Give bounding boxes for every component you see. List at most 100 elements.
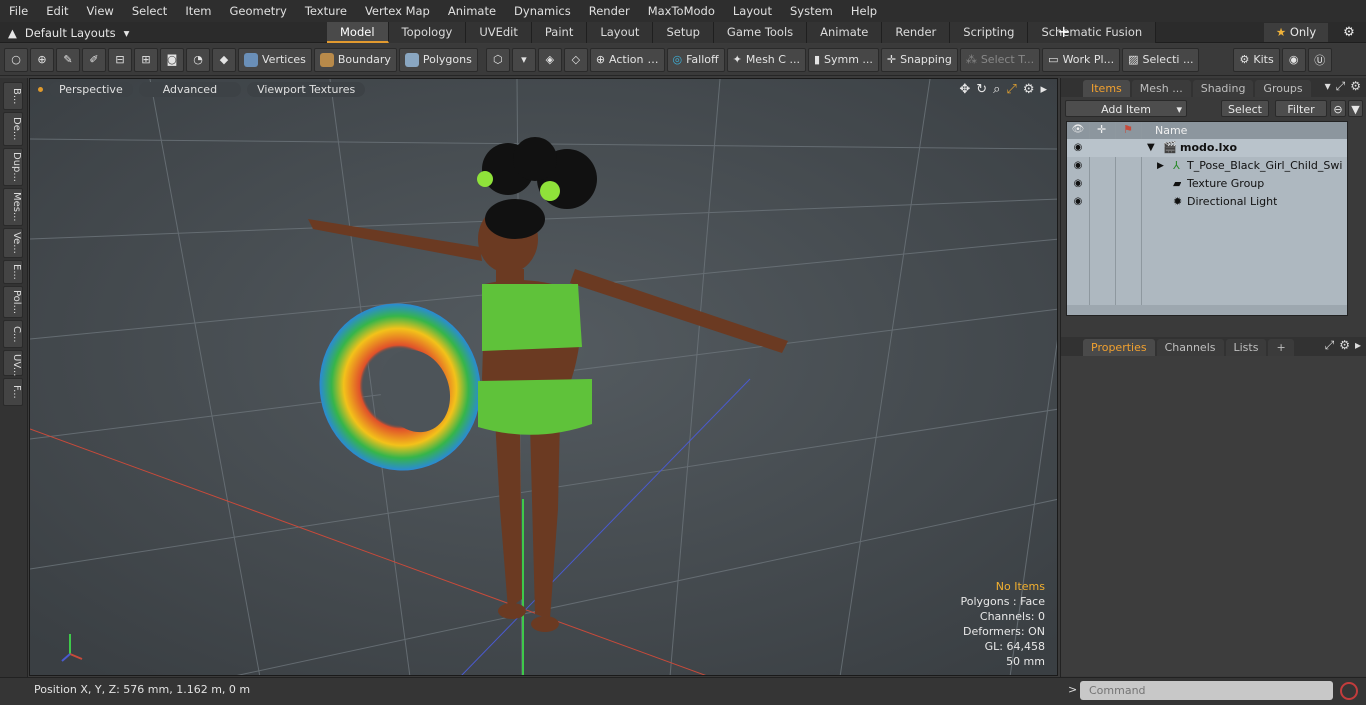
add-tab-plus-icon[interactable]: +	[1268, 339, 1294, 356]
tab-channels[interactable]: Channels	[1156, 339, 1224, 356]
boundary-button[interactable]: Boundary	[313, 47, 397, 72]
select-circle-icon[interactable]: ○	[4, 47, 28, 72]
record-macro-icon[interactable]	[1340, 682, 1358, 700]
tab-layout[interactable]: Layout	[587, 22, 654, 43]
eye-icon[interactable]: ◉	[1071, 175, 1085, 193]
eye-icon[interactable]: ◉	[1071, 139, 1085, 157]
view-mode-perspective[interactable]: Perspective	[49, 81, 133, 97]
left-tab-uv[interactable]: UV...	[3, 350, 23, 376]
menu-help[interactable]: Help	[842, 0, 886, 22]
tab-model[interactable]: Model	[327, 22, 389, 43]
add-item-button[interactable]: Add Item ▾	[1065, 100, 1187, 117]
brush-icon[interactable]: ✐	[82, 47, 106, 72]
expand-arrow-icon[interactable]: ▼	[1147, 139, 1155, 157]
unreal-icon[interactable]: Ⓤ	[1307, 47, 1332, 72]
menu-system[interactable]: System	[781, 0, 842, 22]
tab-uvedit[interactable]: UVEdit	[466, 22, 532, 43]
tab-render[interactable]: Render	[882, 22, 951, 43]
left-tab-vertex[interactable]: Ve...	[3, 228, 23, 258]
left-tab-duplicate[interactable]: Dup...	[3, 148, 23, 186]
menu-dynamics[interactable]: Dynamics	[505, 0, 580, 22]
eye-icon[interactable]: ◉	[1071, 157, 1085, 175]
transform-icon[interactable]: ⊞	[134, 47, 158, 72]
menu-animate[interactable]: Animate	[439, 0, 505, 22]
panel-menu-arrow-icon[interactable]: ▸	[1355, 338, 1361, 353]
cube-icon[interactable]: ⬡	[485, 47, 510, 72]
symmetry-alt-icon[interactable]: ◇	[563, 47, 588, 72]
expand-panel-icon[interactable]: ⤢	[1325, 338, 1335, 353]
viewport-settings-gear-icon[interactable]: ⚙	[1023, 82, 1035, 97]
eye-icon[interactable]: ◉	[1071, 193, 1085, 211]
unity-icon[interactable]: ◉	[1281, 47, 1306, 72]
layout-selector[interactable]: ▲ Default Layouts ▾	[8, 24, 129, 41]
symmetry-toggle-icon[interactable]: ◈	[537, 47, 562, 72]
tab-paint[interactable]: Paint	[531, 22, 588, 43]
globe-icon[interactable]: ⊕	[30, 47, 54, 72]
collapse-icon[interactable]: ⊖	[1330, 100, 1346, 117]
pen-icon[interactable]: ✎	[56, 47, 80, 72]
viewport-textures-toggle[interactable]: Viewport Textures	[247, 81, 366, 97]
tab-groups[interactable]: Groups	[1255, 80, 1311, 97]
tree-horizontal-scrollbar[interactable]	[1067, 305, 1347, 315]
command-input[interactable]	[1080, 681, 1333, 700]
select-button[interactable]: Select	[1221, 100, 1269, 117]
rotate-view-icon[interactable]: ↻	[976, 82, 987, 97]
tab-setup[interactable]: Setup	[653, 22, 714, 43]
symmetry-button[interactable]: ▮ Symm ...	[807, 47, 879, 72]
add-tab-plus-icon[interactable]: +	[1057, 22, 1070, 42]
tab-mesh-ops[interactable]: Mesh ...	[1131, 80, 1191, 97]
action-button[interactable]: ⊕ Action…	[589, 47, 665, 72]
selection-sets-button[interactable]: ▨ Selecti ...	[1122, 47, 1200, 72]
menu-select[interactable]: Select	[123, 0, 176, 22]
snapping-button[interactable]: ✛ Snapping	[880, 47, 958, 72]
tab-schematic-fusion[interactable]: Schematic Fusion	[1028, 22, 1157, 43]
tab-topology[interactable]: Topology	[388, 22, 467, 43]
work-plane-button[interactable]: ▭ Work Pl...	[1042, 47, 1121, 72]
align-icon[interactable]: ⊟	[108, 47, 132, 72]
left-tab-b[interactable]: B...	[3, 82, 23, 110]
filter-button[interactable]: Filter	[1275, 100, 1327, 117]
tree-row-mesh[interactable]: ◉ ▶ ⅄ T_Pose_Black_Girl_Child_Swi ...	[1067, 157, 1347, 175]
tab-animate[interactable]: Animate	[807, 22, 883, 43]
3d-viewport[interactable]: Perspective Advanced Viewport Textures ✥…	[29, 78, 1058, 676]
move-view-icon[interactable]: ✥	[959, 82, 970, 97]
left-tab-edge[interactable]: E...	[3, 260, 23, 284]
left-tab-fusion[interactable]: F...	[3, 378, 23, 406]
shield-icon[interactable]: ◆	[212, 47, 236, 72]
kits-button[interactable]: ⚙ Kits	[1233, 47, 1280, 72]
menu-geometry[interactable]: Geometry	[221, 0, 296, 22]
mesh-constraint-button[interactable]: ✦ Mesh C ...	[726, 47, 806, 72]
filter-funnel-icon[interactable]: ▼	[1348, 100, 1363, 117]
cube-dropdown-icon[interactable]: ▾	[511, 47, 536, 72]
zoom-view-icon[interactable]: ⌕	[993, 82, 1000, 97]
tree-row-texture-group[interactable]: ◉ ▰ Texture Group	[1067, 175, 1347, 193]
tab-shading[interactable]: Shading	[1192, 80, 1254, 97]
menu-view[interactable]: View	[78, 0, 123, 22]
panel-gear-icon[interactable]: ⚙	[1350, 79, 1361, 94]
menu-render[interactable]: Render	[580, 0, 639, 22]
menu-file[interactable]: File	[0, 0, 37, 22]
collapse-arrow-icon[interactable]: ▶	[1157, 157, 1164, 175]
tab-scripting[interactable]: Scripting	[950, 22, 1029, 43]
menu-texture[interactable]: Texture	[296, 0, 356, 22]
tab-lists[interactable]: Lists	[1225, 339, 1267, 356]
tab-game-tools[interactable]: Game Tools	[713, 22, 808, 43]
shading-mode-advanced[interactable]: Advanced	[138, 81, 242, 97]
tab-properties[interactable]: Properties	[1083, 339, 1155, 356]
left-tab-deform[interactable]: De...	[3, 112, 23, 146]
panel-gear-icon[interactable]: ⚙	[1339, 338, 1350, 353]
tree-row-scene[interactable]: ◉ ▼ 🎬 modo.lxo	[1067, 139, 1347, 157]
tree-row-directional-light[interactable]: ◉ ✹ Directional Light	[1067, 193, 1347, 211]
vertices-button[interactable]: Vertices	[238, 47, 312, 72]
left-tab-curve[interactable]: C...	[3, 320, 23, 348]
gear-icon[interactable]: ⚙	[1338, 23, 1360, 42]
maximize-view-icon[interactable]: ⤢	[1006, 82, 1016, 97]
viewport-menu-arrow-icon[interactable]: ▸	[1040, 82, 1047, 97]
tab-items[interactable]: Items	[1083, 80, 1130, 97]
select-through-button[interactable]: ⁂ Select T...	[959, 47, 1041, 72]
falloff-button[interactable]: ◎ Falloff	[666, 47, 725, 72]
left-tab-mesh[interactable]: Mes...	[3, 188, 23, 226]
menu-layout[interactable]: Layout	[724, 0, 781, 22]
menu-vertex-map[interactable]: Vertex Map	[356, 0, 439, 22]
rotate-icon[interactable]: ◔	[186, 47, 210, 72]
